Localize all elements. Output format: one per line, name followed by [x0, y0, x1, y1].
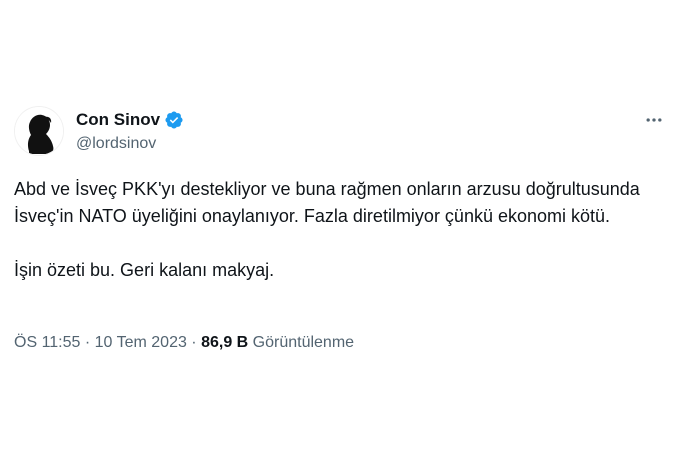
- tweet-meta: ÖS 11:55 · 10 Tem 2023 · 86,9 B Görüntül…: [14, 333, 354, 353]
- author-display-name[interactable]: Con Sinov: [76, 110, 160, 130]
- views-count: 86,9 B: [201, 334, 249, 351]
- author-handle[interactable]: @lordsinov: [76, 134, 156, 154]
- silhouette-portrait-icon: [15, 107, 63, 155]
- more-options-button[interactable]: [640, 110, 668, 130]
- avatar[interactable]: [14, 106, 64, 156]
- meta-separator: ·: [186, 334, 202, 351]
- tweet-paragraph: İşin özeti bu. Geri kalanı makyaj.: [14, 260, 275, 280]
- tweet-time: ÖS 11:55: [14, 334, 81, 351]
- tweet-date: 10 Tem 2023: [94, 334, 187, 351]
- verified-badge-icon[interactable]: [164, 110, 184, 130]
- tweet-card: Con Sinov @lordsinov Abd ve İsveç PKK'yı…: [0, 0, 690, 450]
- more-dots-icon: [646, 118, 662, 122]
- views-label: Görüntülenme: [248, 334, 355, 351]
- author-name-row: Con Sinov: [76, 110, 184, 130]
- meta-separator: ·: [80, 334, 95, 351]
- tweet-paragraph: Abd ve İsveç PKK'yı destekliyor ve buna …: [14, 179, 640, 226]
- tweet-time-link[interactable]: ÖS 11:55 · 10 Tem 2023: [14, 334, 187, 351]
- tweet-text: Abd ve İsveç PKK'yı destekliyor ve buna …: [14, 176, 674, 284]
